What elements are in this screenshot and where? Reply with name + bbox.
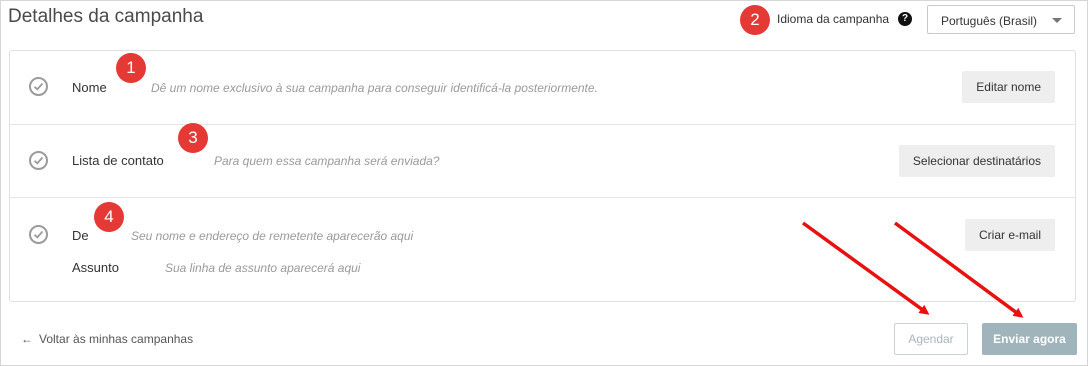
annotation-badge-2: 2 — [740, 5, 770, 35]
schedule-button[interactable]: Agendar — [894, 323, 968, 355]
subject-label: Assunto — [72, 260, 119, 275]
back-to-campaigns-link[interactable]: ← Voltar às minhas campanhas — [21, 332, 193, 346]
check-circle-icon — [29, 77, 48, 96]
contact-list-label: Lista de contato — [72, 153, 164, 168]
arrow-left-icon: ← — [21, 332, 33, 346]
question-circle-icon[interactable]: ? — [898, 12, 912, 26]
chevron-down-icon — [1052, 18, 1062, 23]
campaign-settings-panel: Nome Dê um nome exclusivo à sua campanha… — [9, 50, 1076, 302]
sender-hint: Seu nome e endereço de remetente aparece… — [131, 229, 414, 243]
annotation-badge-1: 1 — [116, 53, 146, 83]
annotation-badge-3: 3 — [178, 123, 208, 153]
page-title: Detalhes da campanha — [8, 6, 204, 27]
name-label: Nome — [72, 80, 107, 95]
back-to-campaigns-label: Voltar às minhas campanhas — [39, 332, 194, 346]
campaign-language-select[interactable]: Português (Brasil) — [927, 5, 1075, 34]
contact-list-hint: Para quem essa campanha será enviada? — [214, 154, 440, 168]
annotation-badge-4: 4 — [94, 202, 124, 232]
name-row: Nome Dê um nome exclusivo à sua campanha… — [10, 51, 1075, 125]
name-hint: Dê um nome exclusivo à sua campanha para… — [151, 81, 598, 95]
campaign-language-value: Português (Brasil) — [941, 14, 1038, 28]
sender-label: De — [72, 228, 89, 243]
select-recipients-button[interactable]: Selecionar destinatários — [898, 145, 1055, 177]
create-email-button[interactable]: Criar e-mail — [964, 219, 1055, 251]
subject-hint: Sua linha de assunto aparecerá aqui — [165, 261, 361, 275]
sender-row: De Seu nome e endereço de remetente apar… — [10, 198, 1075, 301]
contact-list-row: Lista de contato Para quem essa campanha… — [10, 125, 1075, 198]
send-now-button[interactable]: Enviar agora — [982, 323, 1077, 355]
edit-name-button[interactable]: Editar nome — [962, 71, 1055, 103]
check-circle-icon — [29, 151, 48, 170]
campaign-language-label: Idioma da campanha — [777, 12, 890, 26]
check-circle-icon — [29, 225, 48, 244]
